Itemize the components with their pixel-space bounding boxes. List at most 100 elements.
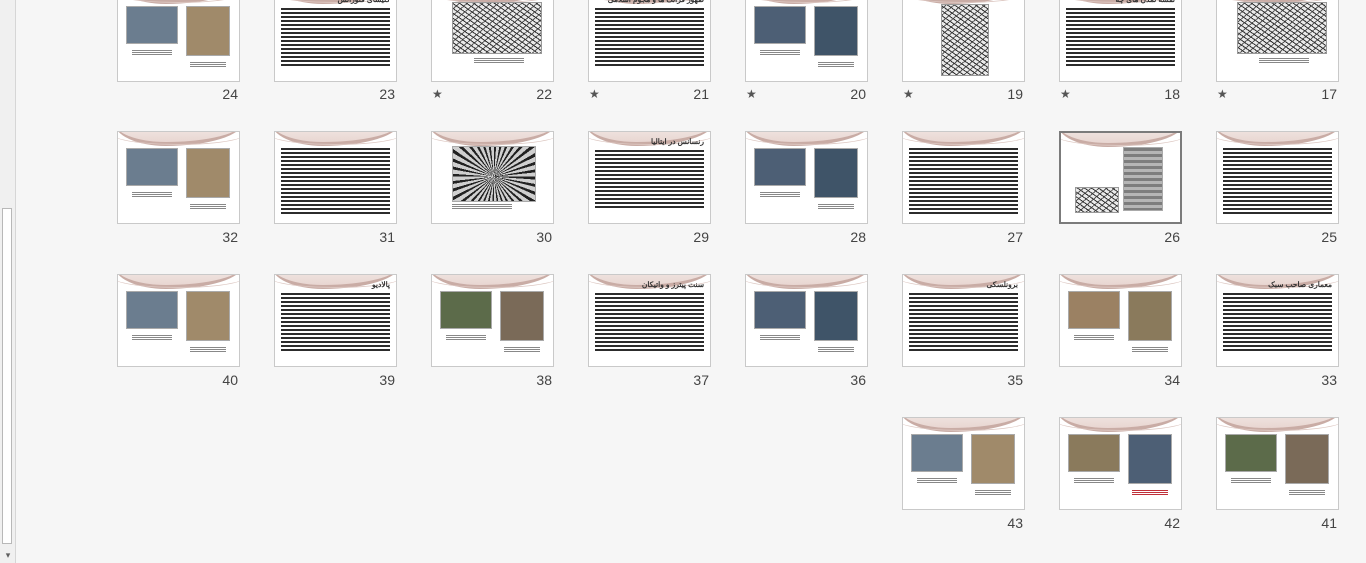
slide-thumbnail[interactable]: ظهور فرانک ها و هجوم اسلامی	[588, 0, 711, 82]
slide-image-caption	[474, 58, 524, 64]
slide-number: 21	[693, 86, 709, 102]
slide-thumbnail[interactable]	[431, 0, 554, 82]
slide-thumbnail[interactable]	[902, 417, 1025, 510]
slide-number: 37	[693, 372, 709, 388]
slide-header-decoration-line	[903, 420, 1024, 431]
slide-header-decoration-line	[746, 277, 867, 288]
slide-sketch-image	[1237, 2, 1327, 54]
slide-header-decoration-line	[746, 0, 867, 3]
slide-thumbnail[interactable]	[117, 274, 240, 367]
slide-number: 28	[850, 229, 866, 245]
slide-image-caption	[190, 204, 226, 210]
slide-body-text	[595, 293, 704, 352]
slide-photo	[186, 291, 230, 341]
slide-thumbnail[interactable]: پالادیو	[274, 274, 397, 367]
slide-thumbnail[interactable]: معماری صاحب سبک	[1216, 274, 1339, 367]
slide-number: 19	[1007, 86, 1023, 102]
slide-image-caption	[446, 335, 486, 341]
slide-number: 26	[1164, 229, 1180, 245]
slide-photo	[754, 148, 806, 186]
slide-number: 42	[1164, 515, 1180, 531]
slide-transition-star-icon: ★	[432, 87, 443, 101]
slide-image-caption	[190, 62, 226, 68]
slide-photo	[814, 291, 858, 341]
slide-thumbnail[interactable]: برونلسکی	[902, 274, 1025, 367]
slide-thumbnail[interactable]	[1216, 0, 1339, 82]
slide-photo	[814, 148, 858, 198]
slide-header-decoration-line	[746, 134, 867, 145]
slide-photo	[1128, 291, 1172, 341]
slide-thumbnail[interactable]	[1216, 131, 1339, 224]
slide-number: 36	[850, 372, 866, 388]
slide-number: 40	[222, 372, 238, 388]
slide-body-text	[281, 148, 390, 214]
slide-photo	[754, 291, 806, 329]
slide-photo	[754, 6, 806, 44]
slide-thumbnail[interactable]	[1059, 417, 1182, 510]
slide-number: 38	[536, 372, 552, 388]
slide-image-caption	[818, 347, 854, 353]
slide-thumbnail[interactable]	[1059, 274, 1182, 367]
slide-body-text	[281, 8, 390, 67]
slide-photo	[1225, 434, 1277, 472]
slide-number: 17	[1321, 86, 1337, 102]
slide-tower-image	[1123, 147, 1163, 211]
slide-title: ظهور فرانک ها و هجوم اسلامی	[608, 0, 704, 4]
slide-image-caption	[1259, 58, 1309, 64]
slide-body-text	[909, 148, 1018, 214]
slide-photo	[186, 6, 230, 56]
slide-photo	[911, 434, 963, 472]
slide-image-caption	[917, 478, 957, 484]
slide-thumbnail[interactable]	[274, 131, 397, 224]
slide-thumbnail[interactable]: نقشه تمدن های چه	[1059, 0, 1182, 82]
slide-thumbnail[interactable]: سنت پیترز و واتیکان	[588, 274, 711, 367]
slide-thumbnail[interactable]	[745, 0, 868, 82]
slide-thumbnail[interactable]	[431, 274, 554, 367]
slide-image-caption	[1132, 490, 1168, 496]
vertical-scrollbar[interactable]: ▾	[0, 0, 16, 563]
slide-photo	[1128, 434, 1172, 484]
slide-thumbnail[interactable]	[745, 274, 868, 367]
slide-number: 27	[1007, 229, 1023, 245]
slide-photo	[126, 291, 178, 329]
slide-thumbnail[interactable]	[431, 131, 554, 224]
slide-sketch-image	[1075, 187, 1119, 213]
slide-sketch-image	[452, 2, 542, 54]
slide-photo	[186, 148, 230, 198]
slide-title: کلیسای فلورانس	[337, 0, 390, 4]
slide-header-decoration-line	[903, 134, 1024, 145]
slide-image-caption	[760, 192, 800, 198]
slide-header-decoration-line	[1060, 277, 1181, 288]
slide-image-caption	[1074, 478, 1114, 484]
slide-number: 20	[850, 86, 866, 102]
slide-thumbnail[interactable]	[902, 131, 1025, 224]
slide-thumbnail[interactable]	[745, 131, 868, 224]
slide-photo	[1068, 291, 1120, 329]
slide-thumbnail[interactable]	[117, 131, 240, 224]
slide-photo	[814, 6, 858, 56]
slide-thumbnail[interactable]	[1059, 131, 1182, 224]
slide-body-text	[1223, 293, 1332, 352]
slide-thumbnail[interactable]	[117, 0, 240, 82]
slide-header-decoration-line	[432, 277, 553, 288]
slide-photo	[1068, 434, 1120, 472]
slide-thumbnail[interactable]	[902, 0, 1025, 82]
slide-header-decoration-line	[118, 134, 239, 145]
slide-sketch-image	[941, 4, 989, 76]
slide-header-decoration-line	[1217, 134, 1338, 145]
slide-photo	[971, 434, 1015, 484]
slide-number: 43	[1007, 515, 1023, 531]
slide-body-text	[595, 150, 704, 209]
slide-title: معماری صاحب سبک	[1268, 280, 1332, 289]
slide-body-text	[1066, 8, 1175, 67]
slide-thumbnail[interactable]: رنسانس در ایتالیا	[588, 131, 711, 224]
slide-number: 34	[1164, 372, 1180, 388]
slide-image-caption	[760, 335, 800, 341]
slide-thumbnail[interactable]	[1216, 417, 1339, 510]
scrollbar-thumb[interactable]	[2, 208, 12, 544]
slide-image-caption	[1132, 347, 1168, 353]
slide-thumbnail[interactable]: کلیسای فلورانس	[274, 0, 397, 82]
slide-photo	[500, 291, 544, 341]
slide-body-text	[595, 8, 704, 67]
scroll-down-arrow-icon[interactable]: ▾	[0, 547, 16, 563]
